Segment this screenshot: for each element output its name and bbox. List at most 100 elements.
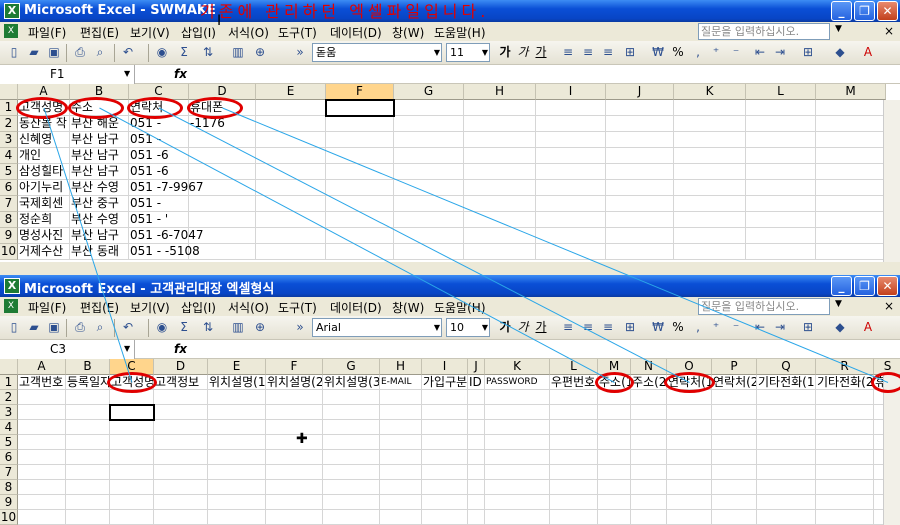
column-header-I[interactable]: I [422,359,468,375]
cell-K7[interactable] [674,196,746,212]
worksheet-grid[interactable]: A B C D E F G H I J K L M N O P Q R S 1 고객번호 등록일자 고객성명 고객정보 위치설명… [0,359,900,525]
cell-B6[interactable] [66,450,110,465]
column-header-K[interactable]: K [485,359,550,375]
font-size-select[interactable]: 10 ▼ [446,318,490,337]
cell-H3[interactable] [464,132,536,148]
cell-J2[interactable] [468,390,485,405]
cell-L5[interactable] [746,164,816,180]
cell-A4[interactable] [18,420,66,435]
font-color-icon[interactable]: A [860,44,876,60]
cell-K9[interactable] [485,495,550,510]
cell-B5[interactable] [66,435,110,450]
cell-P4[interactable] [712,420,757,435]
cell-G8[interactable] [323,480,380,495]
cell-L1[interactable] [746,100,816,116]
cell-I3[interactable] [536,132,606,148]
font-size-select[interactable]: 11 ▼ [446,43,490,62]
cell-L3[interactable] [550,405,598,420]
cell-C5[interactable]: 051 -6 [129,164,189,180]
cell-L9[interactable] [550,495,598,510]
cell-G7[interactable] [323,465,380,480]
close-workbook-icon[interactable]: × [884,24,894,38]
cell-A9[interactable]: 명성사진 [18,228,70,244]
cell-K2[interactable] [485,390,550,405]
row-header-4[interactable]: 4 [0,148,18,164]
menu-insert[interactable]: 삽입(I) [181,24,216,41]
cell-Q6[interactable] [757,450,816,465]
cell-F3[interactable] [266,405,323,420]
cell-A4[interactable]: 개인 [18,148,70,164]
workbook-icon[interactable]: X [4,24,18,38]
vertical-scrollbar[interactable] [883,100,900,262]
cell-C8[interactable] [110,480,154,495]
cell-G3[interactable] [394,132,464,148]
cell-C10[interactable] [110,510,154,525]
cell-L7[interactable] [550,465,598,480]
cell-C8[interactable]: 051 - ' [129,212,189,228]
cell-P8[interactable] [712,480,757,495]
cell-F7[interactable] [326,196,394,212]
cell-K10[interactable] [674,244,746,260]
chart-icon[interactable]: ▥ [230,44,246,60]
cell-H5[interactable] [464,164,536,180]
new-icon[interactable]: ▯ [6,319,22,335]
cell-M8[interactable] [598,480,631,495]
italic-icon[interactable]: 가 [515,44,531,60]
cell-L10[interactable] [550,510,598,525]
cell-M5[interactable] [598,435,631,450]
cell-C7[interactable]: 051 - [129,196,189,212]
cell-K3[interactable] [485,405,550,420]
cell-A3[interactable]: 신혜영 [18,132,70,148]
menu-tools[interactable]: 도구(T) [278,299,317,316]
menu-format[interactable]: 서식(O) [228,24,269,41]
cell-L3[interactable] [746,132,816,148]
cell-C9[interactable] [110,495,154,510]
cell-B4[interactable] [66,420,110,435]
cell-E10[interactable] [208,510,266,525]
cell-L9[interactable] [746,228,816,244]
row-header-9[interactable]: 9 [0,495,18,510]
active-cell-C3[interactable] [109,404,155,421]
cell-E2[interactable] [208,390,266,405]
cell-R2[interactable] [816,390,874,405]
cell-N1[interactable]: 주소(2) [631,375,667,390]
cell-L4[interactable] [746,148,816,164]
cell-I4[interactable] [536,148,606,164]
row-header-8[interactable]: 8 [0,212,18,228]
increase-decimal-icon[interactable]: ⁺ [708,44,724,60]
cell-E2[interactable] [256,116,326,132]
name-box[interactable]: F1 [0,65,135,84]
currency-icon[interactable]: ₩ [650,44,666,60]
menu-help[interactable]: 도움말(H) [434,24,486,41]
cell-P5[interactable] [712,435,757,450]
menu-data[interactable]: 데이터(D) [330,24,382,41]
indent-icon[interactable]: ⇥ [772,44,788,60]
cell-H2[interactable] [464,116,536,132]
cell-F4[interactable] [326,148,394,164]
column-header-H[interactable]: H [464,84,536,100]
preview-icon[interactable]: ⌕ [92,319,108,335]
cell-E1[interactable]: 위치설명(1) [208,375,266,390]
minimize-button[interactable]: _ [831,1,852,21]
cell-I1[interactable] [536,100,606,116]
column-header-R[interactable]: R [816,359,874,375]
bold-icon[interactable]: 가 [497,44,513,60]
cell-P2[interactable] [712,390,757,405]
cell-J4[interactable] [468,420,485,435]
cell-I7[interactable] [422,465,468,480]
cell-R10[interactable] [816,510,874,525]
cell-M10[interactable] [816,244,886,260]
cell-Q7[interactable] [757,465,816,480]
cell-E7[interactable] [256,196,326,212]
column-header-A[interactable]: A [18,359,66,375]
cell-M6[interactable] [598,450,631,465]
cell-L2[interactable] [746,116,816,132]
cell-M7[interactable] [598,465,631,480]
cell-C3[interactable]: 051 - [129,132,189,148]
row-header-5[interactable]: 5 [0,435,18,450]
chevron-down-icon[interactable]: ▼ [124,344,130,353]
row-header-10[interactable]: 10 [0,510,18,525]
cell-C4[interactable] [110,420,154,435]
column-header-I[interactable]: I [536,84,606,100]
cell-C9[interactable]: 051 -6-7047 [129,228,204,244]
